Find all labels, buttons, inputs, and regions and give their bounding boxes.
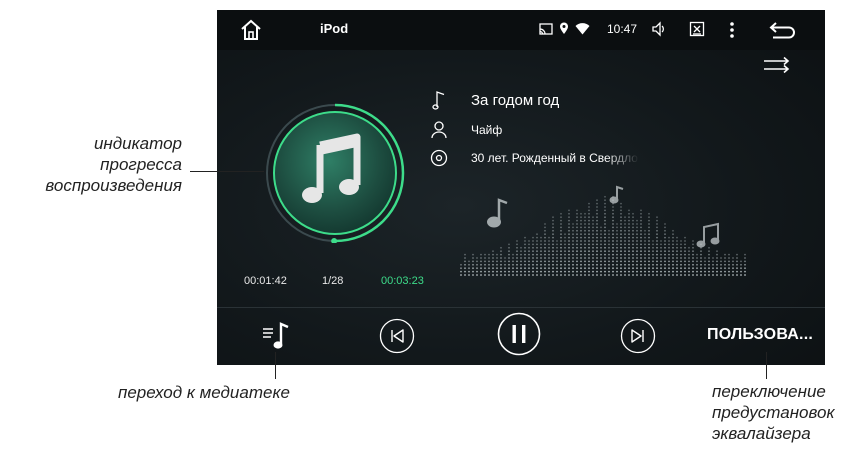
- next-track-button[interactable]: [620, 318, 656, 354]
- media-library-button[interactable]: [261, 320, 291, 352]
- app-title: iPod: [320, 21, 349, 36]
- skip-previous-icon: [391, 329, 404, 343]
- music-note-icon: [429, 90, 449, 110]
- skip-next-icon: [631, 329, 644, 343]
- track-position: 1/28: [322, 275, 344, 287]
- back-icon[interactable]: [769, 20, 797, 40]
- album-art-progress-ring[interactable]: [265, 103, 405, 243]
- floating-note-icon: [609, 185, 624, 204]
- clock: 10:47: [607, 22, 638, 36]
- track-artist: Чайф: [471, 123, 503, 137]
- callout-media-library: переход к медиатеке: [118, 383, 290, 402]
- location-icon: [560, 22, 568, 34]
- spectrum-visualizer: [460, 185, 746, 276]
- playlist-icon: [263, 322, 289, 349]
- track-title: За годом год: [471, 91, 560, 109]
- status-bar: iPod 10:47: [217, 10, 825, 50]
- control-divider: [217, 307, 825, 308]
- leader-line-library: [275, 352, 276, 379]
- callout-text: индикатор: [93, 134, 182, 153]
- track-duration: 00:03:23: [381, 275, 424, 287]
- callout-text: предустановок: [712, 403, 835, 422]
- callout-text: переключение: [712, 382, 826, 401]
- leader-line-progress: [190, 171, 264, 172]
- callout-progress-indicator: индикатор прогресса воспроизведения: [45, 133, 182, 196]
- shuffle-icon[interactable]: [762, 56, 792, 74]
- person-icon: [429, 121, 449, 139]
- callout-text: эквалайзера: [712, 424, 811, 443]
- callout-eq-presets: переключение предустановок эквалайзера: [712, 381, 835, 444]
- track-album: 30 лет. Рожденный в Свердловске: [471, 151, 639, 165]
- eq-preset-button[interactable]: ПОЛЬЗОВА...: [707, 326, 813, 344]
- head-unit-screen: iPod 10:47 00:01:42 1/28 00:03:23 За год…: [217, 10, 825, 365]
- callout-text: прогресса: [100, 155, 182, 174]
- callout-text: воспроизведения: [45, 176, 182, 195]
- home-icon[interactable]: [239, 18, 263, 42]
- volume-icon[interactable]: [651, 21, 667, 37]
- pause-icon: [512, 325, 526, 343]
- more-vert-icon[interactable]: [729, 21, 735, 39]
- progress-knob[interactable]: [331, 237, 338, 243]
- track-artist-row: Чайф: [429, 120, 502, 140]
- status-icons: [539, 22, 590, 35]
- disc-icon: [429, 149, 449, 167]
- track-title-row: За годом год: [429, 90, 559, 110]
- floating-note-icon: [696, 222, 720, 248]
- elapsed-time: 00:01:42: [244, 275, 287, 287]
- cast-icon: [539, 22, 553, 35]
- leader-line-eq: [766, 352, 767, 379]
- previous-track-button[interactable]: [379, 318, 415, 354]
- play-pause-button[interactable]: [497, 312, 541, 356]
- track-album-row: 30 лет. Рожденный в Свердловске: [429, 148, 639, 168]
- screenshot-icon[interactable]: [689, 21, 705, 37]
- wifi-icon: [575, 22, 590, 34]
- floating-note-icon: [487, 198, 508, 228]
